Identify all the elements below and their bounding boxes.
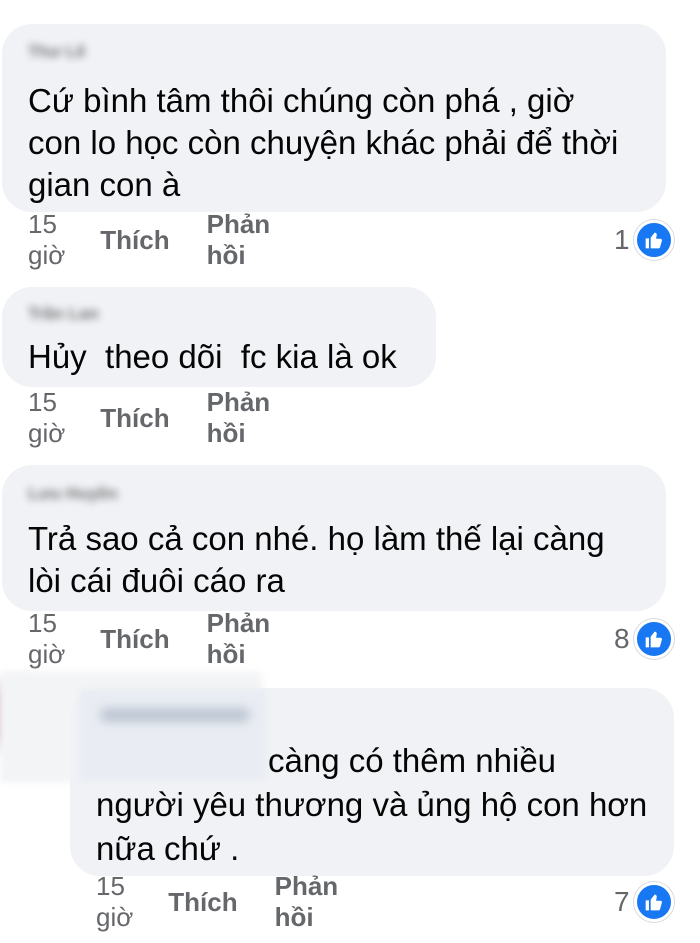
comment-actions: 15 giờ Thích Phản hồi xyxy=(28,387,270,448)
comment-text-line: nữa chứ . xyxy=(96,830,240,867)
reaction-count: 1 xyxy=(614,224,630,255)
timestamp[interactable]: 15 giờ xyxy=(28,209,65,271)
timestamp[interactable]: 15 giờ xyxy=(28,387,65,449)
comment-actions: 15 giờ Thích Phản hồi xyxy=(96,871,338,932)
reaction-summary[interactable]: 8 xyxy=(614,617,674,661)
comment-author[interactable]: Thư Lê xyxy=(28,42,86,62)
like-button[interactable]: Thích xyxy=(100,225,169,256)
like-button[interactable]: Thích xyxy=(100,624,169,655)
timestamp[interactable]: 15 giờ xyxy=(96,871,133,933)
reaction-count: 8 xyxy=(614,623,630,654)
reply-button[interactable]: Phản hồi xyxy=(207,387,271,449)
reply-button[interactable]: Phản hồi xyxy=(207,209,271,271)
comments-page: Thư Lê Cứ bình tâm thôi chúng còn phá , … xyxy=(0,0,700,943)
reaction-summary[interactable]: 7 xyxy=(614,880,674,924)
comment-text-line: Hủy theo dõi fc kia là ok xyxy=(28,338,397,375)
comment-author[interactable]: Lưu Huyền xyxy=(28,484,118,504)
thumbs-up-icon xyxy=(633,619,674,659)
timestamp[interactable]: 15 giờ xyxy=(28,608,65,670)
redacted-area xyxy=(80,690,266,780)
thumbs-up-icon xyxy=(633,882,674,922)
comment-text-line: Trả sao cả con nhé. họ làm thế lại càng xyxy=(28,520,605,557)
like-button[interactable]: Thích xyxy=(168,887,237,918)
comment-author[interactable]: Trần Lan xyxy=(28,304,99,324)
comment-actions: 15 giờ Thích Phản hồi xyxy=(28,209,270,270)
thumbs-up-icon xyxy=(633,220,674,260)
comment-actions: 15 giờ Thích Phản hồi xyxy=(28,608,270,669)
comment-author[interactable] xyxy=(100,708,250,722)
reaction-summary[interactable]: 1 xyxy=(614,218,674,262)
comment-text-line: lòi cái đuôi cáo ra xyxy=(28,562,285,599)
comment-text-line: gian con à xyxy=(28,166,181,203)
comment-text-line: người yêu thương và ủng hộ con hơn xyxy=(96,786,648,823)
like-button[interactable]: Thích xyxy=(100,403,169,434)
reply-button[interactable]: Phản hồi xyxy=(275,871,339,933)
comment-text-line: con lo học còn chuyện khác phải để thời xyxy=(28,124,619,161)
reaction-count: 7 xyxy=(614,886,630,917)
comment-text-line: càng có thêm nhiều xyxy=(268,742,557,779)
reply-button[interactable]: Phản hồi xyxy=(207,608,271,670)
comment-text-line: Cứ bình tâm thôi chúng còn phá , giờ xyxy=(28,82,575,119)
